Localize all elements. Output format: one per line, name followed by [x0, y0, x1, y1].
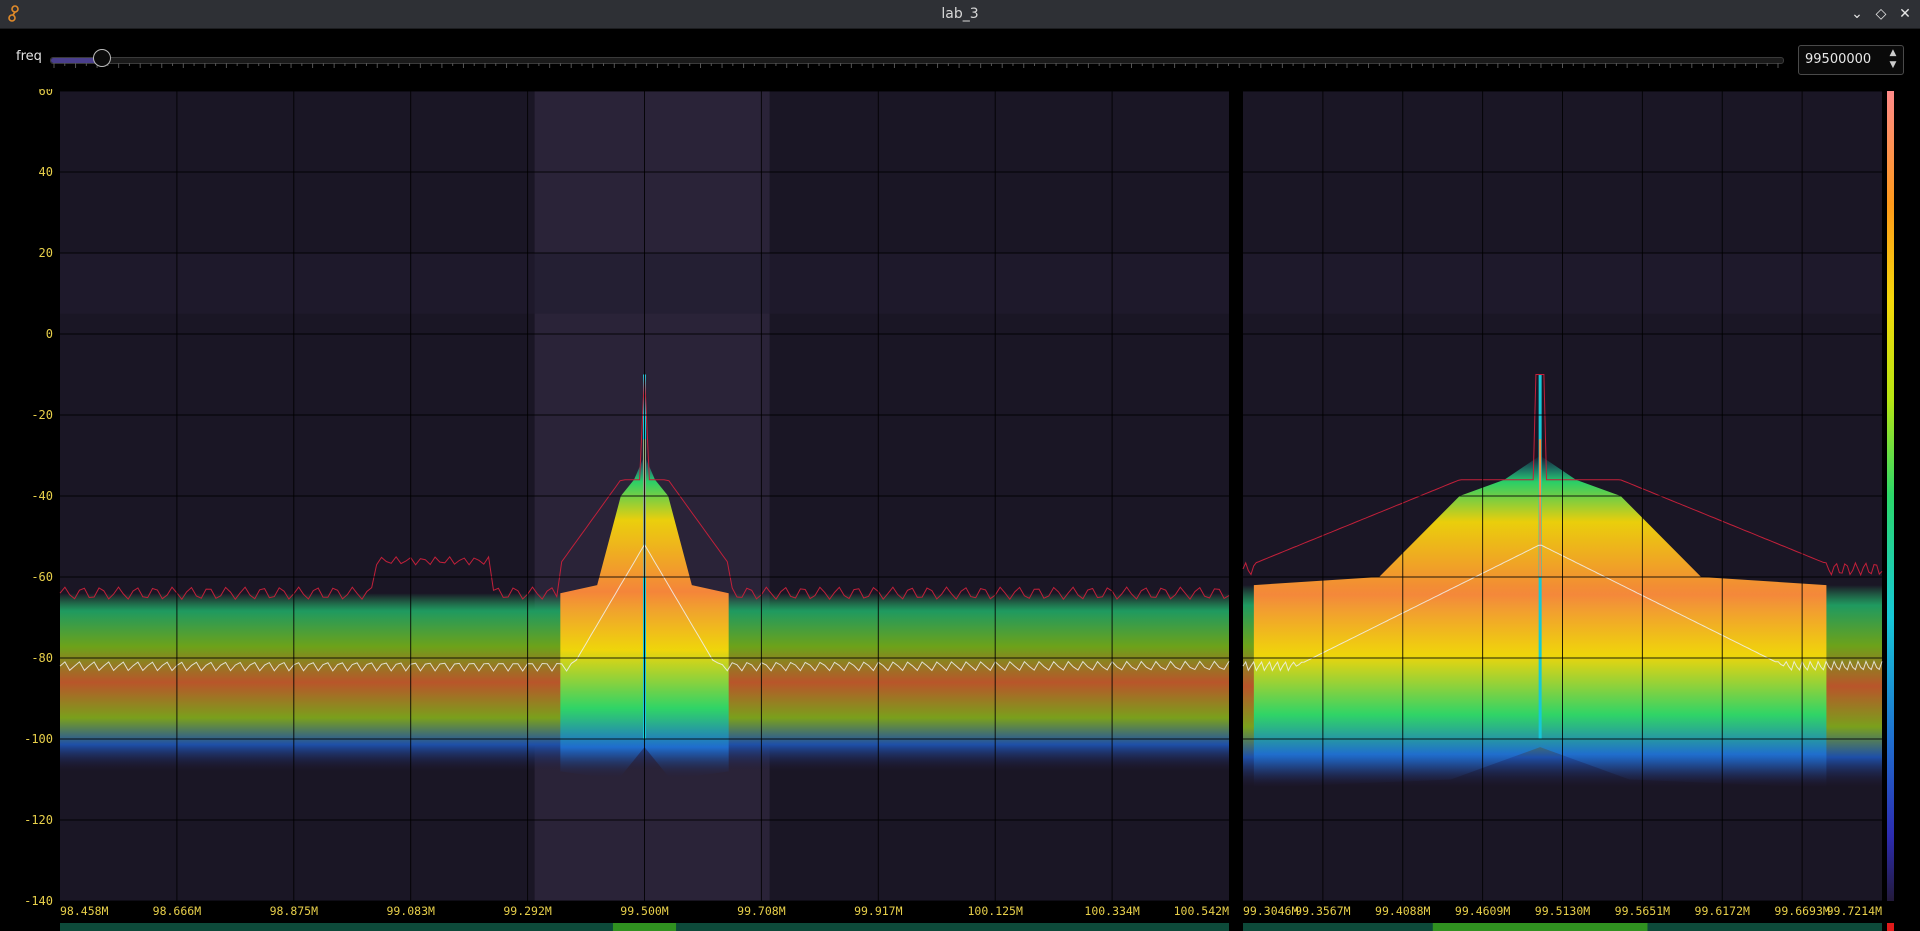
x-tick-label: 99.917M: [854, 904, 903, 918]
waterfall-strip-signal: [612, 923, 677, 931]
x-tick-label: 100.334M: [1084, 904, 1139, 918]
freq-label: freq: [16, 49, 42, 64]
x-tick-label: 98.875M: [270, 904, 319, 918]
minimize-button[interactable]: ⌄: [1848, 5, 1866, 23]
colormap-bar: [1887, 91, 1894, 931]
freq-slider-ticks: [53, 63, 1779, 68]
y-tick-label: -40: [31, 489, 53, 503]
y-tick-label: -80: [31, 651, 53, 665]
y-tick-label: -60: [31, 570, 53, 584]
y-axis: 60 40 20 0 -20 -40 -60 -80 -100 -120 -140: [24, 89, 53, 908]
x-tick-label: 99.7214M: [1827, 904, 1882, 918]
x-tick-label: 98.458M: [60, 904, 109, 918]
freq-spinbox[interactable]: 99500000 ▲ ▼: [1798, 45, 1904, 75]
freq-slider-handle[interactable]: [92, 49, 111, 67]
y-tick-label: 0: [46, 327, 53, 341]
close-button[interactable]: ✕: [1896, 5, 1914, 23]
waterfall-strip-signal: [1432, 923, 1648, 931]
colormap-gradient: [1887, 91, 1894, 901]
zoomed-spectrum-panel[interactable]: 99.3046M99.3567M 99.4088M 99.4609M 99.5130M…: [1242, 90, 1883, 931]
y-tick-label: -100: [24, 732, 53, 746]
spectrum-plot-area: 60 40 20 0 -20 -40 -60 -80 -100 -120 -140 98.458M 9…: [0, 89, 1920, 931]
wideband-spectrum-panel[interactable]: 98.458M 98.666M 98.875M 99.083M 99.292M 99.50…: [59, 90, 1230, 931]
x-tick-label: 99.6172M: [1695, 904, 1750, 918]
x-tick-label: 98.666M: [153, 904, 202, 918]
freq-control-bar: freq 99500000 ▲ ▼: [0, 29, 1920, 89]
spin-down-arrow-icon[interactable]: ▼: [1887, 60, 1899, 71]
y-tick-label: -20: [31, 408, 53, 422]
y-tick-label: 40: [39, 165, 53, 179]
y-tick-label: -120: [24, 813, 53, 827]
x-tick-label: 99.4609M: [1455, 904, 1510, 918]
x-tick-label: 100.542M: [1174, 904, 1229, 918]
window-title: lab_3: [941, 6, 979, 22]
spin-up-arrow-icon[interactable]: ▲: [1887, 48, 1899, 59]
x-tick-label: 99.292M: [503, 904, 552, 918]
x-tick-label: 99.083M: [386, 904, 435, 918]
x-tick-label: 100.125M: [968, 904, 1023, 918]
x-tick-label: 99.4088M: [1375, 904, 1430, 918]
x-tick-label: 99.6693M: [1774, 904, 1829, 918]
y-tick-label: -140: [24, 894, 53, 908]
x-tick-label: 99.708M: [737, 904, 786, 918]
x-tick-label: 99.3567M: [1295, 904, 1350, 918]
x-tick-label: 99.5130M: [1535, 904, 1590, 918]
window-titlebar: lab_3 ⌄ ◇ ✕: [0, 0, 1920, 29]
spectrum-plots[interactable]: 6040200-20-40-60-80-100-120-140 98.458M 9…: [0, 89, 1920, 931]
x-tick-label: 99.5651M: [1615, 904, 1670, 918]
x-tick-label: 99.500M: [620, 904, 669, 918]
maximize-button[interactable]: ◇: [1872, 5, 1890, 23]
freq-spinbox-value[interactable]: 99500000: [1805, 52, 1871, 67]
y-tick-label: 60: [39, 89, 53, 98]
colormap-marker: [1887, 923, 1894, 931]
y-tick-label: 20: [39, 246, 53, 260]
x-tick-label: 99.3046M: [1243, 904, 1298, 918]
